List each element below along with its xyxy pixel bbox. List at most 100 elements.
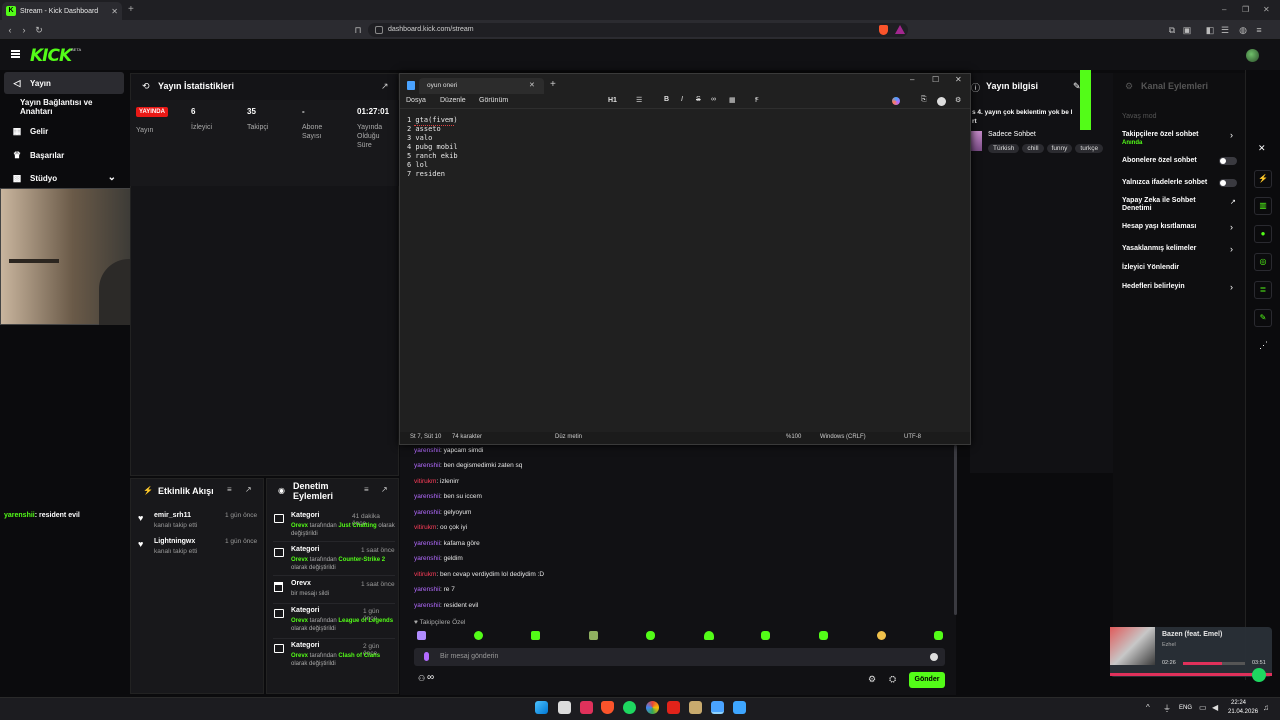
notepad-maximize-button[interactable]: ☐ bbox=[932, 75, 939, 84]
emote-icon[interactable] bbox=[589, 631, 598, 640]
new-tab-button[interactable]: + bbox=[128, 4, 134, 15]
chat-rail-icon[interactable]: ● bbox=[1254, 225, 1272, 243]
league-taskbar-icon[interactable] bbox=[689, 701, 702, 714]
menu-duzenle[interactable]: Düzenle bbox=[440, 97, 466, 104]
notepad-window[interactable] bbox=[399, 73, 971, 445]
brave-taskbar-icon[interactable] bbox=[601, 701, 614, 714]
back-icon[interactable]: ‹ bbox=[3, 23, 17, 37]
emote-icon[interactable] bbox=[704, 631, 714, 640]
sidebar-item-gelir[interactable]: ▦ Gelir bbox=[4, 120, 124, 142]
tag[interactable]: chill bbox=[1022, 144, 1044, 153]
chevron-down-icon[interactable]: ⌄ bbox=[108, 173, 116, 183]
line-ending[interactable]: Windows (CRLF) bbox=[820, 434, 866, 440]
bot-icon[interactable]: ⛭ bbox=[889, 674, 896, 685]
chevron-right-icon[interactable]: › bbox=[1230, 222, 1233, 232]
close-panel-icon[interactable]: ✕ bbox=[1258, 143, 1266, 154]
emote-icon[interactable] bbox=[646, 631, 655, 640]
chevron-right-icon[interactable]: › bbox=[1230, 282, 1233, 292]
chat-username[interactable]: yarenshii bbox=[414, 493, 440, 500]
emote-icon[interactable] bbox=[761, 631, 770, 640]
emote-icon[interactable] bbox=[417, 631, 426, 640]
activity-user[interactable]: Lightningwx bbox=[154, 538, 195, 545]
wrench-rail-icon[interactable]: ✎ bbox=[1254, 309, 1272, 327]
site-info-icon[interactable] bbox=[375, 26, 383, 34]
menu-gorunum[interactable]: Görünüm bbox=[479, 97, 508, 104]
copilot-icon[interactable] bbox=[892, 97, 900, 105]
sidebar-toggle-icon[interactable]: ◧ bbox=[1203, 23, 1217, 37]
channel-action-item[interactable]: İzleyici Yönlendir bbox=[1122, 264, 1217, 272]
share-icon[interactable]: ⎘ bbox=[921, 96, 927, 104]
encoding[interactable]: UTF-8 bbox=[904, 434, 921, 440]
toggle-switch[interactable] bbox=[1219, 179, 1237, 187]
lightning-rail-icon[interactable]: ⚡ bbox=[1254, 170, 1272, 188]
emoji-icon[interactable] bbox=[930, 653, 938, 661]
browser-tab[interactable]: K Stream - Kick Dashboard ✕ bbox=[2, 2, 122, 20]
chat-username[interactable]: yarenshii bbox=[414, 447, 440, 454]
filter-icon[interactable]: ≡ bbox=[364, 485, 369, 494]
notepad-tab[interactable]: oyun oneri bbox=[419, 78, 544, 94]
strikethrough-icon[interactable]: S bbox=[696, 96, 701, 103]
notepad-minimize-button[interactable]: – bbox=[910, 75, 914, 84]
window-maximize-button[interactable]: ❐ bbox=[1242, 5, 1249, 14]
sidebar-item-stream-key[interactable]: Yayın Bağlantısı ve Anahtarı bbox=[4, 96, 124, 118]
emote-icon[interactable] bbox=[819, 631, 828, 640]
zoom-level[interactable]: %100 bbox=[786, 434, 801, 440]
settings-gear-icon[interactable]: ⚙ bbox=[868, 674, 876, 685]
text-format[interactable]: Düz metin bbox=[555, 434, 582, 440]
chat-username[interactable]: vitirukm bbox=[414, 524, 436, 531]
user-avatar[interactable] bbox=[1246, 49, 1259, 62]
share-rail-icon[interactable]: ⋰ bbox=[1259, 340, 1268, 351]
channel-action-item[interactable]: Takipçilere özel sohbet Anında bbox=[1122, 131, 1217, 147]
bold-icon[interactable]: B bbox=[664, 96, 669, 103]
kick-logo[interactable]: KICK bbox=[30, 46, 72, 66]
menu-dosya[interactable]: Dosya bbox=[406, 97, 426, 104]
link-icon[interactable]: ∞ bbox=[711, 96, 716, 103]
tag[interactable]: funny bbox=[1046, 144, 1073, 153]
chat-username[interactable]: yarenshii bbox=[414, 586, 440, 593]
brave-rewards-icon[interactable] bbox=[895, 25, 905, 34]
network-icon[interactable]: ▭ bbox=[1199, 703, 1207, 712]
chat-username[interactable]: vitirukm bbox=[414, 478, 436, 485]
spotify-icon[interactable] bbox=[1252, 668, 1266, 682]
emote-icon[interactable] bbox=[877, 631, 886, 640]
notepad-taskbar-icon[interactable] bbox=[711, 701, 724, 714]
popout-icon[interactable]: ↗ bbox=[381, 81, 389, 92]
tag[interactable]: Türkish bbox=[988, 144, 1020, 153]
stats-rail-icon[interactable]: ▥ bbox=[1254, 197, 1272, 215]
microphone-icon[interactable] bbox=[424, 652, 429, 661]
emote-icon[interactable] bbox=[934, 631, 943, 640]
channel-action-item[interactable]: Yapay Zeka ile Sohbet Denetimi bbox=[1122, 197, 1217, 213]
chat-username[interactable]: yarenshii bbox=[414, 555, 440, 562]
chat-input[interactable]: Bir mesaj gönderin bbox=[414, 648, 945, 666]
reading-list-icon[interactable]: ☰ bbox=[1218, 23, 1232, 37]
chat-username[interactable]: yarenshii bbox=[414, 462, 440, 469]
chat-username[interactable]: yarenshii bbox=[414, 509, 440, 516]
volume-icon[interactable]: ◀ bbox=[1212, 703, 1218, 712]
reload-icon[interactable]: ↻ bbox=[32, 23, 46, 37]
tab-close-icon[interactable]: ✕ bbox=[111, 7, 118, 16]
popout-icon[interactable]: ↗ bbox=[381, 485, 388, 494]
extensions-icon[interactable]: ⧉ bbox=[1165, 23, 1179, 37]
toggle-switch[interactable] bbox=[1219, 157, 1237, 165]
language-indicator[interactable]: ENG bbox=[1179, 705, 1192, 711]
start-icon[interactable] bbox=[535, 701, 548, 714]
chat-username[interactable]: vitirukm bbox=[414, 571, 436, 578]
broadcast-rail-icon[interactable]: ◎ bbox=[1254, 253, 1272, 271]
popout-icon[interactable]: ↗ bbox=[245, 485, 252, 494]
chat-users-icon[interactable]: ⚇ bbox=[418, 674, 425, 683]
vpn-icon[interactable]: ◍ bbox=[1236, 23, 1250, 37]
chevron-right-icon[interactable]: › bbox=[1230, 244, 1233, 254]
filter-icon[interactable]: ≡ bbox=[227, 485, 232, 494]
channel-action-item[interactable]: Hedefleri belirleyin bbox=[1122, 283, 1217, 291]
channel-action-item[interactable]: Hesap yaşı kısıtlaması bbox=[1122, 223, 1217, 231]
url-field[interactable]: dashboard.kick.com/stream bbox=[368, 23, 908, 37]
emote-icon[interactable] bbox=[531, 631, 540, 640]
emote-icon[interactable] bbox=[474, 631, 483, 640]
taskbar-app-icon[interactable] bbox=[580, 701, 593, 714]
clock-time[interactable]: 22:24 bbox=[1231, 700, 1246, 706]
chat-scrollbar[interactable] bbox=[954, 445, 957, 615]
activity-user[interactable]: emir_srh11 bbox=[154, 512, 191, 519]
notepad-close-button[interactable]: ✕ bbox=[955, 75, 962, 84]
browser-menu-icon[interactable]: ≡ bbox=[1252, 23, 1266, 37]
spotify-taskbar-icon[interactable] bbox=[623, 701, 636, 714]
